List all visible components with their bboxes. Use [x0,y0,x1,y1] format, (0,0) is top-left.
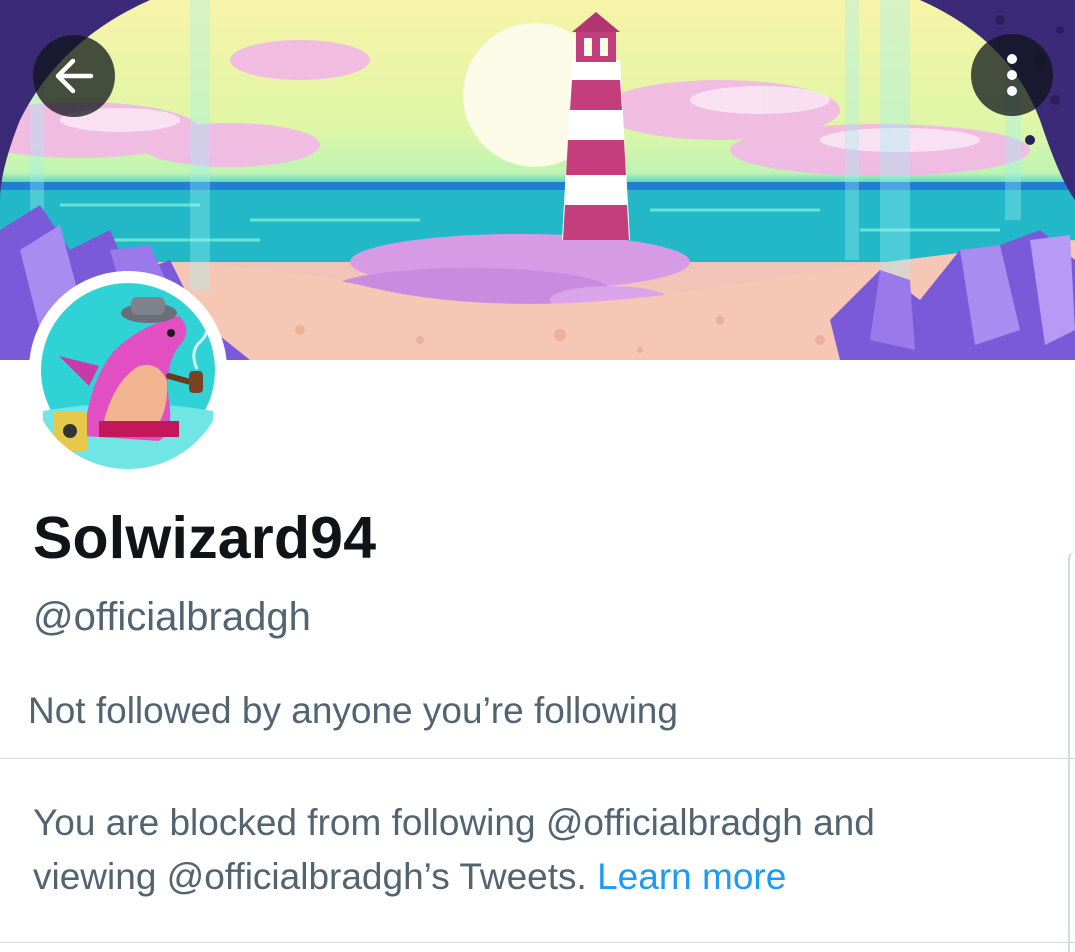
blocked-notice-line2: viewing @officialbradgh’s Tweets. Learn … [33,850,1033,904]
display-name: Solwizard94 [33,505,377,571]
blocked-notice-line1: You are blocked from following @official… [33,802,875,843]
back-button[interactable] [33,35,115,117]
learn-more-link[interactable]: Learn more [597,856,786,897]
arrow-left-icon [55,58,94,94]
vertical-ellipsis-icon [1007,54,1017,96]
divider [0,758,1075,759]
blocked-notice-line2-text: viewing @officialbradgh’s Tweets. [33,856,587,897]
avatar-image [37,279,219,469]
user-handle: @officialbradgh [33,595,311,639]
profile-avatar[interactable] [29,271,227,469]
more-options-button[interactable] [971,34,1053,116]
divider [0,942,1075,943]
blocked-notice: You are blocked from following @official… [33,796,1033,904]
followers-you-know[interactable]: Not followed by anyone you’re following [28,688,678,734]
panel-edge [1068,552,1075,952]
